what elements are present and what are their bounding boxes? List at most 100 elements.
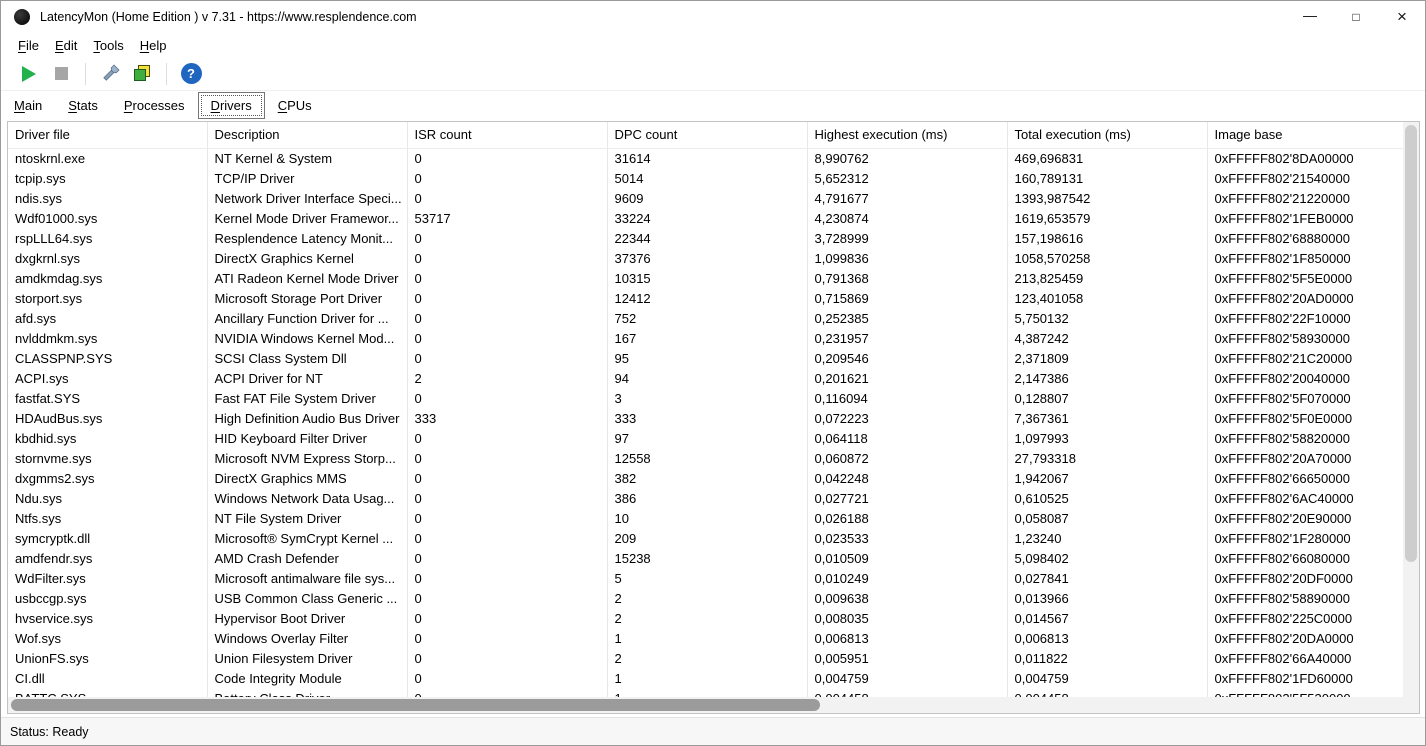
table-row[interactable]: CLASSPNP.SYSSCSI Class System Dll0950,20… xyxy=(8,348,1405,368)
table-row[interactable]: WdFilter.sysMicrosoft antimalware file s… xyxy=(8,568,1405,588)
table-cell: 0 xyxy=(407,488,607,508)
table-row[interactable]: afd.sysAncillary Function Driver for ...… xyxy=(8,308,1405,328)
tab-cpus[interactable]: CPUs xyxy=(265,92,325,119)
table-cell: Hypervisor Boot Driver xyxy=(207,608,407,628)
horizontal-scrollbar[interactable] xyxy=(8,697,1403,713)
table-cell: afd.sys xyxy=(8,308,207,328)
table-cell: dxgkrnl.sys xyxy=(8,248,207,268)
column-header-0[interactable]: Driver file xyxy=(8,122,207,148)
table-cell: 0xFFFFF802'21540000 xyxy=(1207,168,1405,188)
column-header-1[interactable]: Description xyxy=(207,122,407,148)
table-row[interactable]: dxgmms2.sysDirectX Graphics MMS03820,042… xyxy=(8,468,1405,488)
help-button[interactable]: ? xyxy=(175,60,207,88)
table-row[interactable]: nvlddmkm.sysNVIDIA Windows Kernel Mod...… xyxy=(8,328,1405,348)
table-cell: 10315 xyxy=(607,268,807,288)
vertical-scrollbar-thumb[interactable] xyxy=(1405,125,1417,562)
table-cell: amdfendr.sys xyxy=(8,548,207,568)
table-cell: TCP/IP Driver xyxy=(207,168,407,188)
table-cell: 0xFFFFF802'66650000 xyxy=(1207,468,1405,488)
table-row[interactable]: tcpip.sysTCP/IP Driver050145,652312160,7… xyxy=(8,168,1405,188)
table-row[interactable]: dxgkrnl.sysDirectX Graphics Kernel037376… xyxy=(8,248,1405,268)
app-icon[interactable] xyxy=(14,9,30,25)
horizontal-scrollbar-thumb[interactable] xyxy=(11,699,820,711)
vertical-scrollbar[interactable] xyxy=(1403,122,1419,697)
column-header-5[interactable]: Total execution (ms) xyxy=(1007,122,1207,148)
table-row[interactable]: rspLLL64.sysResplendence Latency Monit..… xyxy=(8,228,1405,248)
table-row[interactable]: kbdhid.sysHID Keyboard Filter Driver0970… xyxy=(8,428,1405,448)
menu-bar: File Edit Tools Help xyxy=(1,33,1425,57)
table-cell: 2,371809 xyxy=(1007,348,1207,368)
table-row[interactable]: ntoskrnl.exeNT Kernel & System0316148,99… xyxy=(8,148,1405,168)
table-row[interactable]: storport.sysMicrosoft Storage Port Drive… xyxy=(8,288,1405,308)
table-cell: 0 xyxy=(407,428,607,448)
table-row[interactable]: fastfat.SYSFast FAT File System Driver03… xyxy=(8,388,1405,408)
toolbar-separator xyxy=(166,63,167,85)
table-cell: 0xFFFFF802'225C0000 xyxy=(1207,608,1405,628)
table-row[interactable]: amdkmdag.sysATI Radeon Kernel Mode Drive… xyxy=(8,268,1405,288)
table-cell: 1,23240 xyxy=(1007,528,1207,548)
table-row[interactable]: Wof.sysWindows Overlay Filter010,0068130… xyxy=(8,628,1405,648)
table-cell: 0xFFFFF802'68880000 xyxy=(1207,228,1405,248)
table-cell: 0xFFFFF802'66A40000 xyxy=(1207,648,1405,668)
minimize-button[interactable]: — xyxy=(1287,1,1333,33)
table-row[interactable]: HDAudBus.sysHigh Definition Audio Bus Dr… xyxy=(8,408,1405,428)
table-header-row: Driver fileDescriptionISR countDPC count… xyxy=(8,122,1405,148)
table-cell: 752 xyxy=(607,308,807,328)
options-button[interactable] xyxy=(94,60,126,88)
stop-icon xyxy=(55,67,68,80)
table-row[interactable]: hvservice.sysHypervisor Boot Driver020,0… xyxy=(8,608,1405,628)
table-cell: symcryptk.dll xyxy=(8,528,207,548)
tab-drivers[interactable]: Drivers xyxy=(198,92,265,119)
copy-report-button[interactable] xyxy=(126,60,158,88)
scrollbar-corner xyxy=(1403,697,1419,713)
table-cell: 4,387242 xyxy=(1007,328,1207,348)
menu-edit[interactable]: Edit xyxy=(47,36,85,55)
table-row[interactable]: Wdf01000.sysKernel Mode Driver Framewor.… xyxy=(8,208,1405,228)
column-header-3[interactable]: DPC count xyxy=(607,122,807,148)
tab-stats[interactable]: Stats xyxy=(55,92,111,119)
window-title: LatencyMon (Home Edition ) v 7.31 - http… xyxy=(40,10,417,24)
table-cell: 0xFFFFF802'5F0E0000 xyxy=(1207,408,1405,428)
table-cell: 0,006813 xyxy=(1007,628,1207,648)
start-monitor-button[interactable] xyxy=(13,60,45,88)
table-row[interactable]: ndis.sysNetwork Driver Interface Speci..… xyxy=(8,188,1405,208)
table-row[interactable]: CI.dllCode Integrity Module010,0047590,0… xyxy=(8,668,1405,688)
table-cell: 0xFFFFF802'21C20000 xyxy=(1207,348,1405,368)
table-cell: 0 xyxy=(407,548,607,568)
maximize-button[interactable]: □ xyxy=(1333,1,1379,33)
table-row[interactable]: usbccgp.sysUSB Common Class Generic ...0… xyxy=(8,588,1405,608)
table-cell: SCSI Class System Dll xyxy=(207,348,407,368)
column-header-2[interactable]: ISR count xyxy=(407,122,607,148)
close-button[interactable]: × xyxy=(1379,1,1425,33)
table-row[interactable]: ACPI.sysACPI Driver for NT2940,2016212,1… xyxy=(8,368,1405,388)
column-header-6[interactable]: Image base xyxy=(1207,122,1405,148)
table-row[interactable]: symcryptk.dllMicrosoft® SymCrypt Kernel … xyxy=(8,528,1405,548)
table-row[interactable]: Ndu.sysWindows Network Data Usag...03860… xyxy=(8,488,1405,508)
tab-processes[interactable]: Processes xyxy=(111,92,198,119)
table-row[interactable]: amdfendr.sysAMD Crash Defender0152380,01… xyxy=(8,548,1405,568)
menu-tools[interactable]: Tools xyxy=(85,36,131,55)
table-cell: 0,026188 xyxy=(807,508,1007,528)
table-cell: 0xFFFFF802'20AD0000 xyxy=(1207,288,1405,308)
table-cell: NT File System Driver xyxy=(207,508,407,528)
table-cell: Windows Overlay Filter xyxy=(207,628,407,648)
close-icon: × xyxy=(1397,7,1407,27)
table-cell: Wdf01000.sys xyxy=(8,208,207,228)
table-cell: 0 xyxy=(407,268,607,288)
menu-help[interactable]: Help xyxy=(132,36,175,55)
table-cell: 0 xyxy=(407,648,607,668)
tab-main[interactable]: Main xyxy=(1,92,55,119)
menu-file[interactable]: File xyxy=(10,36,47,55)
table-cell: hvservice.sys xyxy=(8,608,207,628)
table-row[interactable]: stornvme.sysMicrosoft NVM Express Storp.… xyxy=(8,448,1405,468)
table-row[interactable]: Ntfs.sysNT File System Driver0100,026188… xyxy=(8,508,1405,528)
table-row[interactable]: UnionFS.sysUnion Filesystem Driver020,00… xyxy=(8,648,1405,668)
help-glyph: ? xyxy=(187,66,195,81)
table-cell: 0xFFFFF802'20DA0000 xyxy=(1207,628,1405,648)
table-cell: 0 xyxy=(407,388,607,408)
table-cell: 0xFFFFF802'5F5E0000 xyxy=(1207,268,1405,288)
table-cell: 1 xyxy=(607,628,807,648)
stop-monitor-button[interactable] xyxy=(45,60,77,88)
column-header-4[interactable]: Highest execution (ms) xyxy=(807,122,1007,148)
table-cell: USB Common Class Generic ... xyxy=(207,588,407,608)
